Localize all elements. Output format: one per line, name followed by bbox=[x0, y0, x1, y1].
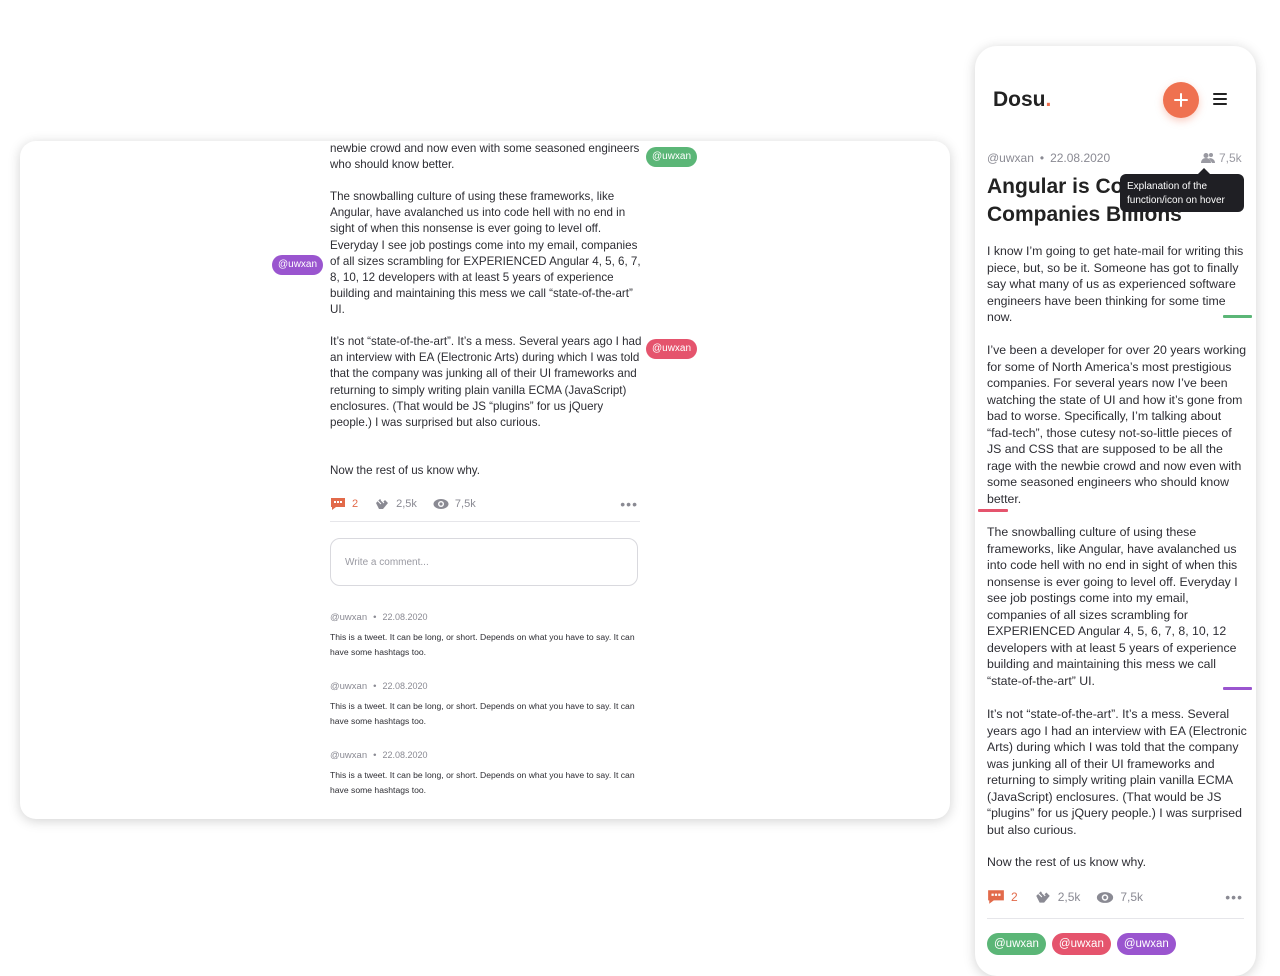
more-options-button[interactable]: ••• bbox=[1225, 889, 1243, 905]
comment-author[interactable]: @uwxan bbox=[330, 681, 367, 692]
comment-meta: @uwxan • 22.08.2020 bbox=[330, 681, 428, 692]
highlight-marker-purple[interactable] bbox=[1223, 687, 1252, 690]
comment-input[interactable] bbox=[330, 538, 638, 586]
article-paragraph: Now the rest of us know why. bbox=[330, 464, 480, 477]
divider bbox=[987, 918, 1244, 919]
user-tag-purple[interactable]: @uwxan bbox=[1116, 933, 1176, 955]
user-tag-green[interactable]: @uwxan bbox=[646, 147, 698, 167]
article-stats-bar: 2 2,5k 7,5k ••• bbox=[330, 493, 640, 515]
logo-dot: . bbox=[1045, 88, 1052, 111]
comment-text: This is a tweet. It can be long, or shor… bbox=[330, 770, 635, 795]
user-tag-purple[interactable]: @uwxan bbox=[272, 255, 324, 275]
comment-bubble-icon bbox=[331, 498, 345, 510]
highlight-marker-green[interactable] bbox=[1223, 315, 1252, 318]
article-paragraph: The snowballing culture of using these f… bbox=[330, 190, 641, 317]
views-stat: 7,5k bbox=[433, 498, 476, 510]
article-stats-bar: 2 2,5k 7,5k ••• bbox=[987, 886, 1245, 908]
claps-count: 2,5k bbox=[396, 498, 417, 510]
user-tag-red[interactable]: @uwxan bbox=[646, 339, 698, 359]
comment-meta: @uwxan • 22.08.2020 bbox=[330, 612, 428, 623]
comment-meta: @uwxan • 22.08.2020 bbox=[330, 750, 428, 761]
eye-icon bbox=[433, 499, 449, 509]
comment-date: 22.08.2020 bbox=[382, 750, 428, 760]
users-icon bbox=[1201, 153, 1215, 163]
eye-icon bbox=[1097, 891, 1114, 903]
logo[interactable]: Dosu. bbox=[993, 88, 1051, 112]
article-paragraph: It’s not “state-of-the-art”. It’s a mess… bbox=[330, 335, 642, 430]
comments-count: 2 bbox=[352, 498, 359, 510]
claps-count: 2,5k bbox=[1057, 890, 1081, 904]
add-button[interactable] bbox=[1163, 82, 1199, 118]
divider bbox=[330, 521, 640, 522]
author-link[interactable]: @uwxan bbox=[987, 151, 1034, 165]
views-count: 7,5k bbox=[454, 498, 476, 510]
article-date: 22.08.2020 bbox=[1050, 151, 1111, 165]
article-paragraph: I’ve been a developer for over 20 years … bbox=[987, 343, 1247, 506]
clap-icon bbox=[376, 499, 389, 509]
comment-bubble-icon bbox=[988, 890, 1004, 904]
comment-item: @uwxan • 22.08.2020 This is a tweet. It ca… bbox=[330, 610, 650, 679]
comment-item: @uwxan • 22.08.2020 This is a tweet. It ca… bbox=[330, 748, 650, 817]
article-paragraph: newbie crowd and now even with some seas… bbox=[330, 142, 640, 172]
readers-value: 7,5k bbox=[1219, 151, 1242, 165]
comments-count: 2 bbox=[1011, 890, 1018, 904]
comments-stat[interactable]: 2 bbox=[330, 497, 358, 511]
article-paragraph: Now the rest of us know why. bbox=[987, 855, 1147, 869]
mobile-article-card: Dosu. @uwxan • 22.08.2020 7,5k Angular is … bbox=[975, 46, 1256, 976]
comment-date: 22.08.2020 bbox=[382, 681, 428, 691]
user-tag-red[interactable]: @uwxan bbox=[1051, 933, 1111, 955]
comment-text: This is a tweet. It can be long, or shor… bbox=[330, 632, 635, 657]
article-paragraph: The snowballing culture of using these f… bbox=[987, 525, 1238, 688]
desktop-article-card: newbie crowd and now even with some seas… bbox=[20, 141, 950, 819]
comments-list: @uwxan • 22.08.2020 This is a tweet. It ca… bbox=[330, 610, 650, 817]
tag-list: @uwxan @uwxan @uwxan bbox=[987, 933, 1182, 955]
article-meta: @uwxan • 22.08.2020 bbox=[987, 151, 1111, 165]
plus-icon bbox=[1174, 93, 1188, 107]
article-paragraph: It’s not “state-of-the-art”. It’s a mess… bbox=[987, 707, 1247, 837]
article-paragraph: I know I’m going to get hate-mail for wr… bbox=[987, 244, 1244, 324]
user-tag-green[interactable]: @uwxan bbox=[987, 933, 1046, 955]
comment-item: @uwxan • 22.08.2020 This is a tweet. It ca… bbox=[330, 679, 650, 748]
hover-tooltip: Explanation of the function/icon on hove… bbox=[1120, 174, 1244, 212]
claps-stat[interactable]: 2,5k bbox=[1034, 889, 1081, 905]
comment-date: 22.08.2020 bbox=[382, 612, 428, 622]
views-count: 7,5k bbox=[1120, 890, 1144, 904]
logo-text: Dosu bbox=[993, 88, 1046, 111]
comments-stat[interactable]: 2 bbox=[987, 889, 1018, 905]
hamburger-menu-icon[interactable] bbox=[1213, 93, 1227, 107]
claps-stat[interactable]: 2,5k bbox=[374, 497, 417, 511]
comment-author[interactable]: @uwxan bbox=[330, 750, 367, 761]
comment-text: This is a tweet. It can be long, or shor… bbox=[330, 701, 635, 726]
views-stat: 7,5k bbox=[1096, 890, 1143, 904]
highlight-marker-red[interactable] bbox=[978, 509, 1008, 512]
clap-icon bbox=[1035, 891, 1050, 903]
readers-count[interactable]: 7,5k bbox=[1201, 151, 1242, 165]
more-options-button[interactable]: ••• bbox=[620, 496, 638, 512]
comment-author[interactable]: @uwxan bbox=[330, 612, 367, 623]
